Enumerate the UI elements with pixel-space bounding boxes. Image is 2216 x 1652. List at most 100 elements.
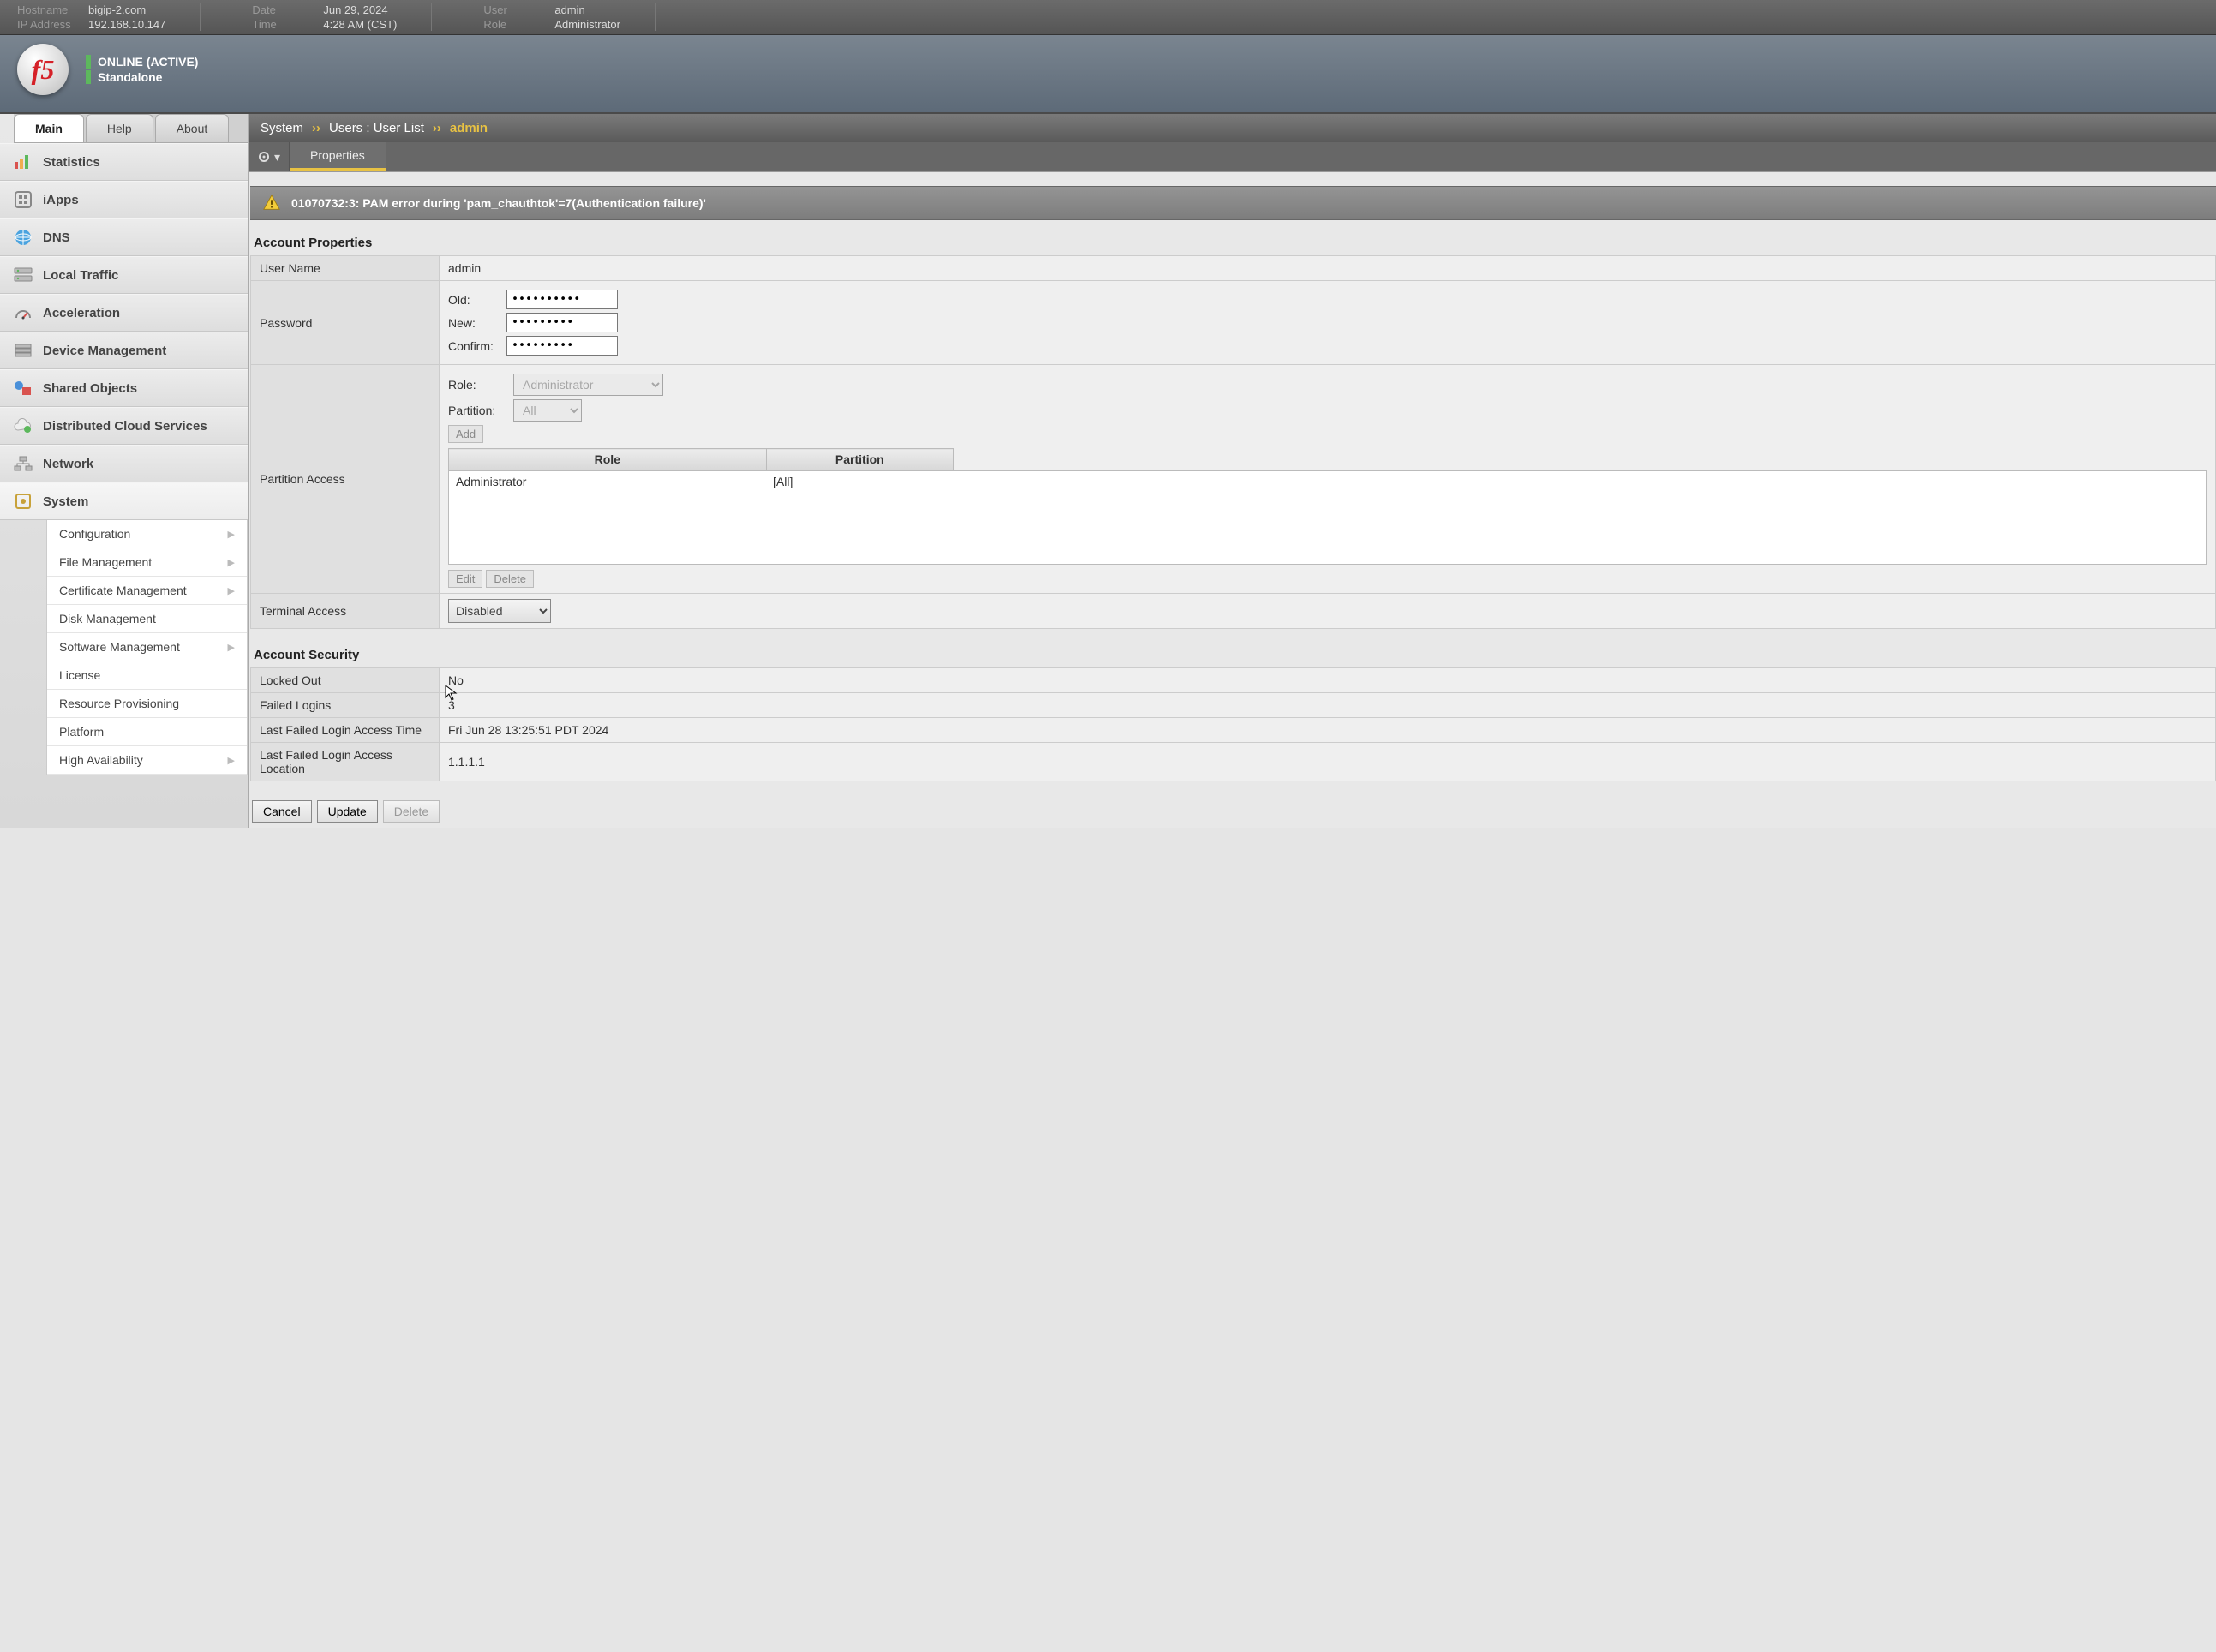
chevron-right-icon: ▶ bbox=[228, 642, 235, 653]
sidebar-item-acceleration[interactable]: Acceleration bbox=[0, 294, 248, 332]
sidebar-label-cloud: Distributed Cloud Services bbox=[43, 419, 207, 434]
sidebar: Main Help About Statistics iApps DNS bbox=[0, 114, 249, 828]
warning-icon bbox=[262, 194, 281, 212]
sidebar-label-network: Network bbox=[43, 457, 93, 471]
tab-about[interactable]: About bbox=[155, 114, 230, 142]
new-password-label: New: bbox=[448, 316, 500, 330]
chevron-right-icon: ▶ bbox=[228, 755, 235, 766]
top-info-bar: Hostname bigip-2.com IP Address 192.168.10… bbox=[0, 0, 2216, 35]
account-security-table: Locked Out No Failed Logins 3 Last Faile… bbox=[250, 667, 2216, 781]
f5-logo-icon: f5 bbox=[17, 44, 69, 95]
last-failed-location-label: Last Failed Login Access Location bbox=[251, 743, 440, 781]
tab-help[interactable]: Help bbox=[86, 114, 153, 142]
subnav-high-availability[interactable]: High Availability▶ bbox=[47, 746, 247, 775]
hostname-value: bigip-2.com bbox=[88, 3, 146, 16]
network-icon bbox=[12, 454, 34, 473]
date-label: Date bbox=[252, 3, 316, 16]
cancel-button[interactable]: Cancel bbox=[252, 800, 312, 823]
time-label: Time bbox=[252, 18, 316, 31]
content-area: System ›› Users : User List ›› admin ▾ P… bbox=[249, 114, 2216, 828]
crumb-root[interactable]: System bbox=[261, 121, 303, 135]
ip-value: 192.168.10.147 bbox=[88, 18, 165, 31]
subnav-license[interactable]: License bbox=[47, 661, 247, 690]
banner: f5 ONLINE (ACTIVE) Standalone bbox=[0, 35, 2216, 114]
sidebar-item-device-management[interactable]: Device Management bbox=[0, 332, 248, 369]
sidebar-label-statistics: Statistics bbox=[43, 155, 100, 170]
statistics-icon bbox=[12, 153, 34, 171]
role-value: Administrator bbox=[554, 18, 620, 31]
system-subnav: Configuration▶ File Management▶ Certific… bbox=[46, 520, 248, 775]
subnav-disk-management[interactable]: Disk Management bbox=[47, 605, 247, 633]
delete-pa-button: Delete bbox=[486, 570, 534, 588]
hostname-label: Hostname bbox=[17, 3, 81, 16]
locked-out-value: No bbox=[440, 668, 2216, 693]
shapes-icon bbox=[12, 379, 34, 398]
pa-row-partition: [All] bbox=[766, 471, 953, 564]
section-tabs: ▾ Properties bbox=[249, 142, 2216, 172]
chevron-down-icon: ▾ bbox=[274, 150, 280, 165]
mode-status: Standalone bbox=[86, 70, 198, 84]
role-select: Administrator bbox=[513, 374, 663, 396]
sidebar-item-iapps[interactable]: iApps bbox=[0, 181, 248, 218]
user-value: admin bbox=[554, 3, 584, 16]
gauge-icon bbox=[12, 303, 34, 322]
time-value: 4:28 AM (CST) bbox=[323, 18, 397, 31]
subnav-software-management[interactable]: Software Management▶ bbox=[47, 633, 247, 661]
failed-logins-value: 3 bbox=[448, 698, 455, 712]
user-label: User bbox=[483, 3, 548, 16]
sidebar-item-network[interactable]: Network bbox=[0, 445, 248, 482]
system-icon bbox=[12, 492, 34, 511]
date-value: Jun 29, 2024 bbox=[323, 3, 387, 16]
warning-text: 01070732:3: PAM error during 'pam_chauth… bbox=[291, 196, 706, 210]
terminal-access-select[interactable]: Disabled bbox=[448, 599, 551, 623]
chevron-right-icon: ▶ bbox=[228, 557, 235, 568]
subnav-configuration[interactable]: Configuration▶ bbox=[47, 520, 247, 548]
last-failed-time-label: Last Failed Login Access Time bbox=[251, 718, 440, 743]
old-password-label: Old: bbox=[448, 293, 500, 307]
crumb-sep-icon: ›› bbox=[312, 121, 320, 135]
sidebar-item-cloud[interactable]: Distributed Cloud Services bbox=[0, 407, 248, 445]
locked-out-label: Locked Out bbox=[251, 668, 440, 693]
subnav-platform[interactable]: Platform bbox=[47, 718, 247, 746]
subnav-file-management[interactable]: File Management▶ bbox=[47, 548, 247, 577]
gear-menu-button[interactable]: ▾ bbox=[249, 142, 290, 171]
sidebar-label-device-mgmt: Device Management bbox=[43, 344, 166, 358]
last-failed-time-value: Fri Jun 28 13:25:51 PDT 2024 bbox=[440, 718, 2216, 743]
old-password-input[interactable] bbox=[506, 290, 618, 309]
partition-access-list[interactable]: Administrator [All] bbox=[448, 470, 2207, 565]
globe-icon bbox=[12, 228, 34, 247]
chevron-right-icon: ▶ bbox=[228, 529, 235, 540]
sidebar-item-dns[interactable]: DNS bbox=[0, 218, 248, 256]
mode-indicator-icon bbox=[86, 70, 91, 84]
th-partition: Partition bbox=[766, 449, 953, 470]
partition-access-label: Partition Access bbox=[251, 365, 440, 594]
sidebar-item-statistics[interactable]: Statistics bbox=[0, 143, 248, 181]
crumb-mid[interactable]: Users : User List bbox=[329, 121, 424, 135]
update-button[interactable]: Update bbox=[317, 800, 378, 823]
confirm-password-label: Confirm: bbox=[448, 339, 500, 353]
status-indicator-icon bbox=[86, 55, 91, 69]
confirm-password-input[interactable] bbox=[506, 336, 618, 356]
pa-row-role: Administrator bbox=[449, 471, 766, 564]
delete-button: Delete bbox=[383, 800, 440, 823]
ip-label: IP Address bbox=[17, 18, 81, 31]
sidebar-item-local-traffic[interactable]: Local Traffic bbox=[0, 256, 248, 294]
sidebar-label-shared-objects: Shared Objects bbox=[43, 381, 137, 396]
subnav-certificate-management[interactable]: Certificate Management▶ bbox=[47, 577, 247, 605]
section-tab-properties[interactable]: Properties bbox=[290, 142, 386, 171]
terminal-access-label: Terminal Access bbox=[251, 594, 440, 629]
sidebar-item-shared-objects[interactable]: Shared Objects bbox=[0, 369, 248, 407]
crumb-final: admin bbox=[450, 121, 488, 135]
username-value: admin bbox=[440, 256, 2216, 281]
tab-main[interactable]: Main bbox=[14, 114, 84, 142]
new-password-input[interactable] bbox=[506, 313, 618, 332]
partition-label: Partition: bbox=[448, 404, 506, 417]
subnav-resource-provisioning[interactable]: Resource Provisioning bbox=[47, 690, 247, 718]
chevron-right-icon: ▶ bbox=[228, 585, 235, 596]
cloud-icon bbox=[12, 416, 34, 435]
sidebar-label-dns: DNS bbox=[43, 230, 70, 245]
sidebar-item-system[interactable]: System bbox=[0, 482, 248, 520]
account-properties-title: Account Properties bbox=[250, 230, 2216, 255]
edit-button: Edit bbox=[448, 570, 482, 588]
th-role: Role bbox=[449, 449, 767, 470]
